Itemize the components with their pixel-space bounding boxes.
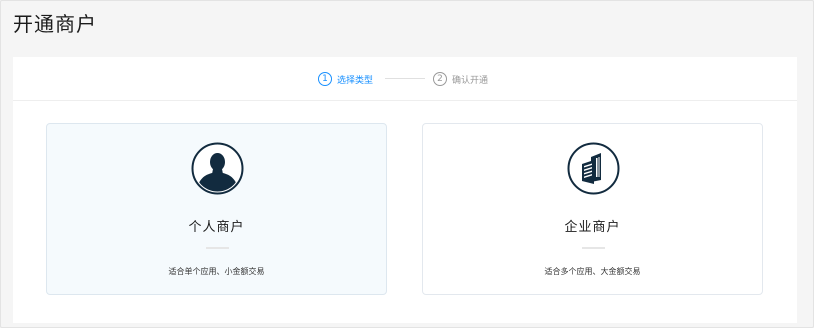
step-label-select-type: 选择类型: [337, 75, 374, 86]
steps-bar: 1 选择类型 2 确认开通: [13, 57, 797, 101]
page-title: 开通商户: [13, 12, 97, 36]
card-divider: [582, 247, 605, 249]
step-confirm[interactable]: 2 确认开通: [433, 71, 488, 87]
main-panel: 1 选择类型 2 确认开通 个人商户 适合单个应用、小金额交易 企业商户 适合多…: [13, 57, 797, 323]
personal-merchant-card[interactable]: 个人商户 适合单个应用、小金额交易: [46, 123, 387, 295]
person-avatar-icon: [191, 142, 244, 195]
step-connector: [385, 78, 425, 79]
step-select-type[interactable]: 1 选择类型: [318, 71, 373, 87]
building-icon: [567, 142, 620, 195]
step-label-confirm: 确认开通: [452, 75, 489, 86]
enterprise-merchant-description: 适合多个应用、大金额交易: [544, 267, 641, 276]
step-number-2: 2: [433, 72, 447, 86]
personal-merchant-title: 个人商户: [188, 220, 245, 235]
personal-merchant-description: 适合单个应用、小金额交易: [168, 267, 265, 276]
page-frame: 开通商户 1 选择类型 2 确认开通 个人商户 适合单个应用、小金额交易 企业商…: [0, 0, 814, 328]
enterprise-merchant-title: 企业商户: [564, 220, 621, 235]
card-divider: [206, 247, 229, 249]
enterprise-merchant-card[interactable]: 企业商户 适合多个应用、大金额交易: [422, 123, 763, 295]
step-number-1: 1: [318, 72, 332, 86]
